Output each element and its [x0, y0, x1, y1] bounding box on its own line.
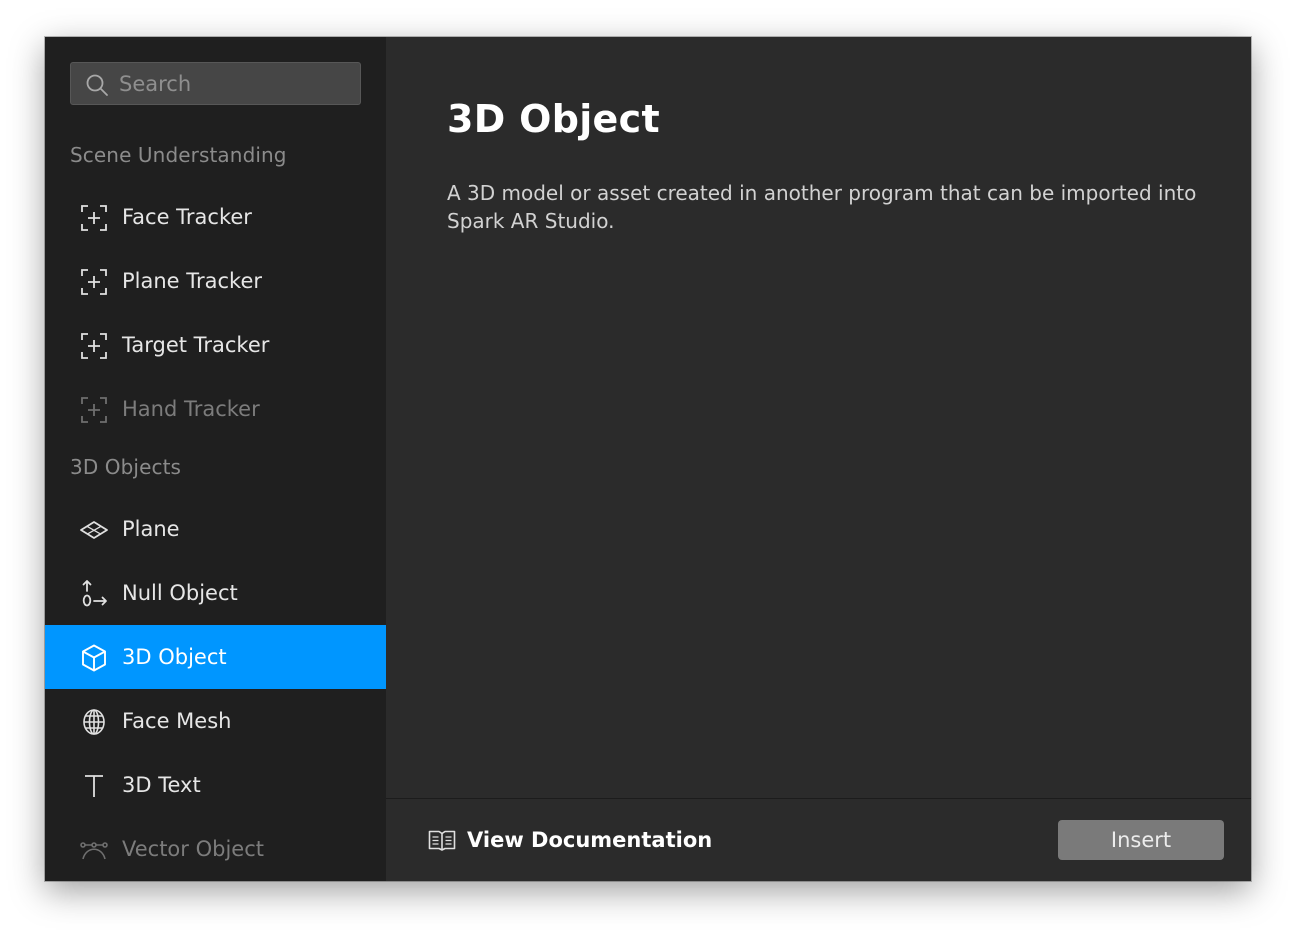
sidebar-item-null-object[interactable]: Null Object	[45, 561, 386, 625]
dialog-window: Scene Understanding Face Tracker Plane T…	[45, 37, 1251, 881]
tracker-icon	[79, 395, 109, 425]
page-title: 3D Object	[447, 97, 660, 141]
sidebar-item-target-tracker[interactable]: Target Tracker	[45, 313, 386, 377]
book-icon	[427, 825, 457, 855]
section-label-3d-objects: 3D Objects	[70, 455, 182, 479]
sidebar-item-label: Vector Object	[122, 837, 264, 861]
text-icon	[79, 771, 109, 801]
tracker-icon	[79, 203, 109, 233]
sidebar-item-3d-object[interactable]: 3D Object	[45, 625, 386, 689]
sidebar-item-plane-tracker[interactable]: Plane Tracker	[45, 249, 386, 313]
tracker-icon	[79, 331, 109, 361]
sidebar-item-hand-tracker[interactable]: Hand Tracker	[45, 377, 386, 441]
null-object-icon	[79, 579, 109, 609]
sidebar-item-face-tracker[interactable]: Face Tracker	[45, 185, 386, 249]
sidebar-item-label: Target Tracker	[122, 333, 270, 357]
sidebar-item-label: Face Mesh	[122, 709, 232, 733]
insert-button[interactable]: Insert	[1058, 820, 1224, 860]
footer-bar: View Documentation Insert	[386, 798, 1251, 881]
sidebar-item-plane[interactable]: Plane	[45, 497, 386, 561]
detail-panel: 3D Object A 3D model or asset created in…	[386, 37, 1251, 881]
globe-mesh-icon	[79, 707, 109, 737]
sidebar-item-label: Plane Tracker	[122, 269, 263, 293]
vector-icon	[79, 835, 109, 865]
sidebar-item-label: Null Object	[122, 581, 238, 605]
description-text: A 3D model or asset created in another p…	[447, 181, 1197, 233]
sidebar-item-3d-text[interactable]: 3D Text	[45, 753, 386, 817]
section-label-scene-understanding: Scene Understanding	[70, 143, 287, 167]
tracker-icon	[79, 267, 109, 297]
sidebar-item-label: 3D Object	[122, 645, 227, 669]
cube-icon	[79, 643, 109, 673]
view-documentation-label: View Documentation	[467, 828, 713, 852]
sidebar-item-vector-object[interactable]: Vector Object	[45, 817, 386, 881]
sidebar-item-label: 3D Text	[122, 773, 201, 797]
search-box[interactable]	[70, 62, 361, 105]
search-input[interactable]	[119, 63, 349, 104]
sidebar-item-label: Face Tracker	[122, 205, 252, 229]
search-icon	[86, 74, 108, 96]
sidebar-item-face-mesh[interactable]: Face Mesh	[45, 689, 386, 753]
sidebar-item-label: Hand Tracker	[122, 397, 260, 421]
sidebar: Scene Understanding Face Tracker Plane T…	[45, 37, 386, 881]
view-documentation-link[interactable]: View Documentation	[427, 823, 712, 857]
sidebar-item-label: Plane	[122, 517, 180, 541]
plane-icon	[79, 515, 109, 545]
